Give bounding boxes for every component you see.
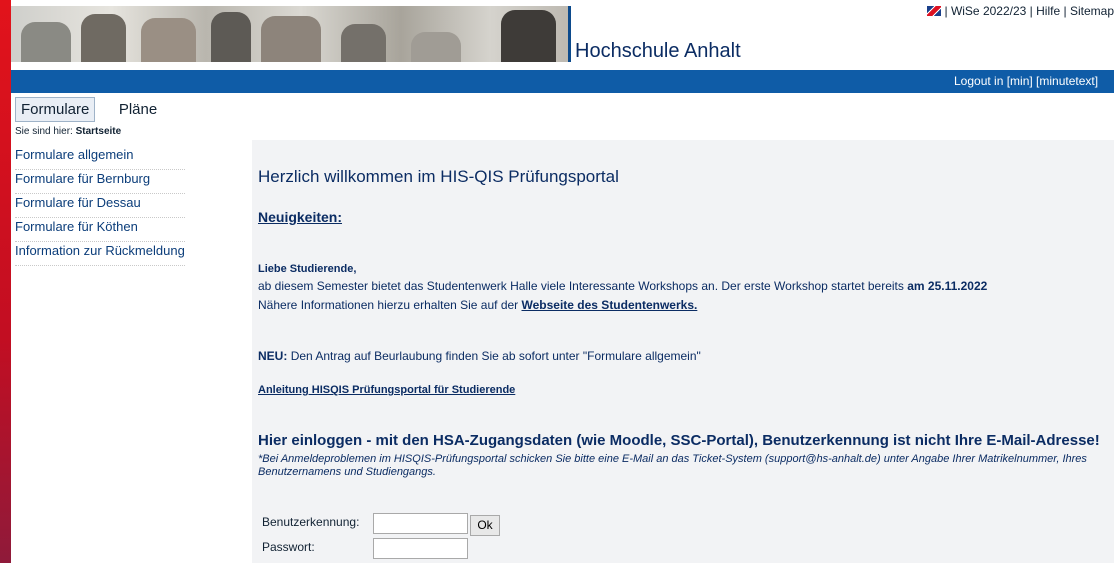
ok-button[interactable]: Ok	[470, 515, 500, 536]
main-tabs: Formulare Pläne	[15, 97, 176, 123]
news-line-neu: NEU: Den Antrag auf Beurlaubung finden S…	[258, 349, 701, 363]
anleitung-link[interactable]: Anleitung HISQIS Prüfungsportal für Stud…	[258, 384, 515, 396]
sidebar-item-formulare-bernburg[interactable]: Formulare für Bernburg	[15, 170, 185, 194]
neu-label: NEU:	[258, 349, 288, 363]
news-workshop-date: am 25.11.2022	[907, 279, 988, 293]
sidebar-item-formulare-koethen[interactable]: Formulare für Köthen	[15, 218, 185, 242]
logout-timer[interactable]: Logout in [min] [minutetext]	[954, 74, 1098, 88]
sidebar-item-formulare-dessau[interactable]: Formulare für Dessau	[15, 194, 185, 218]
news-line-info: Nähere Informationen hierzu erhalten Sie…	[258, 298, 697, 312]
username-input[interactable]	[373, 513, 468, 534]
username-label: Benutzerkennung:	[262, 515, 360, 529]
header: Hochschule Anhalt | WiSe 2022/23 | Hilfe…	[11, 0, 1114, 70]
login-heading: Hier einloggen - mit den HSA-Zugangsdate…	[258, 432, 1100, 449]
password-label: Passwort:	[262, 540, 315, 554]
news-heading: Neuigkeiten:	[258, 209, 343, 225]
password-input[interactable]	[373, 538, 468, 559]
sidebar-item-rueckmeldung[interactable]: Information zur Rückmeldung	[15, 242, 185, 266]
left-brand-stripe	[0, 0, 11, 563]
news-line-workshops: ab diesem Semester bietet das Studentenw…	[258, 279, 987, 293]
login-note: *Bei Anmeldeproblemen im HISQIS-Prüfungs…	[258, 453, 1087, 478]
tab-plaene[interactable]: Pläne	[114, 98, 162, 121]
link-separator: |	[944, 4, 948, 18]
sidebar: Formulare allgemein Formulare für Bernbu…	[15, 146, 185, 266]
news-greeting: Liebe Studierende,	[258, 263, 357, 275]
studentenwerk-link[interactable]: Webseite des Studentenwerks.	[522, 298, 698, 312]
sitemap-link[interactable]: Sitemap	[1070, 4, 1114, 18]
breadcrumb-prefix: Sie sind hier:	[15, 126, 73, 137]
nav-bar	[11, 70, 1114, 93]
link-separator: |	[1029, 4, 1033, 18]
neu-text: Den Antrag auf Beurlaubung finden Sie ab…	[290, 349, 701, 363]
banner-photo	[11, 6, 568, 62]
school-name: Hochschule Anhalt	[575, 40, 741, 62]
breadcrumb-current[interactable]: Startseite	[76, 126, 122, 137]
tab-formulare[interactable]: Formulare	[15, 97, 96, 122]
news-info-text: Nähere Informationen hierzu erhalten Sie…	[258, 298, 519, 312]
english-flag-icon[interactable]	[927, 6, 942, 16]
main-content: Herzlich willkommen im HIS-QIS Prüfungsp…	[252, 140, 1114, 563]
link-separator: |	[1063, 4, 1067, 18]
brand-divider	[568, 6, 571, 62]
news-workshop-text: ab diesem Semester bietet das Studentenw…	[258, 279, 904, 293]
top-links: | WiSe 2022/23 | Hilfe | Sitemap	[927, 4, 1114, 18]
page-title: Herzlich willkommen im HIS-QIS Prüfungsp…	[258, 167, 619, 186]
sidebar-item-formulare-allgemein[interactable]: Formulare allgemein	[15, 146, 185, 170]
help-link[interactable]: Hilfe	[1036, 4, 1060, 18]
semester-link[interactable]: WiSe 2022/23	[951, 4, 1026, 18]
breadcrumb: Sie sind hier: Startseite	[15, 126, 121, 137]
